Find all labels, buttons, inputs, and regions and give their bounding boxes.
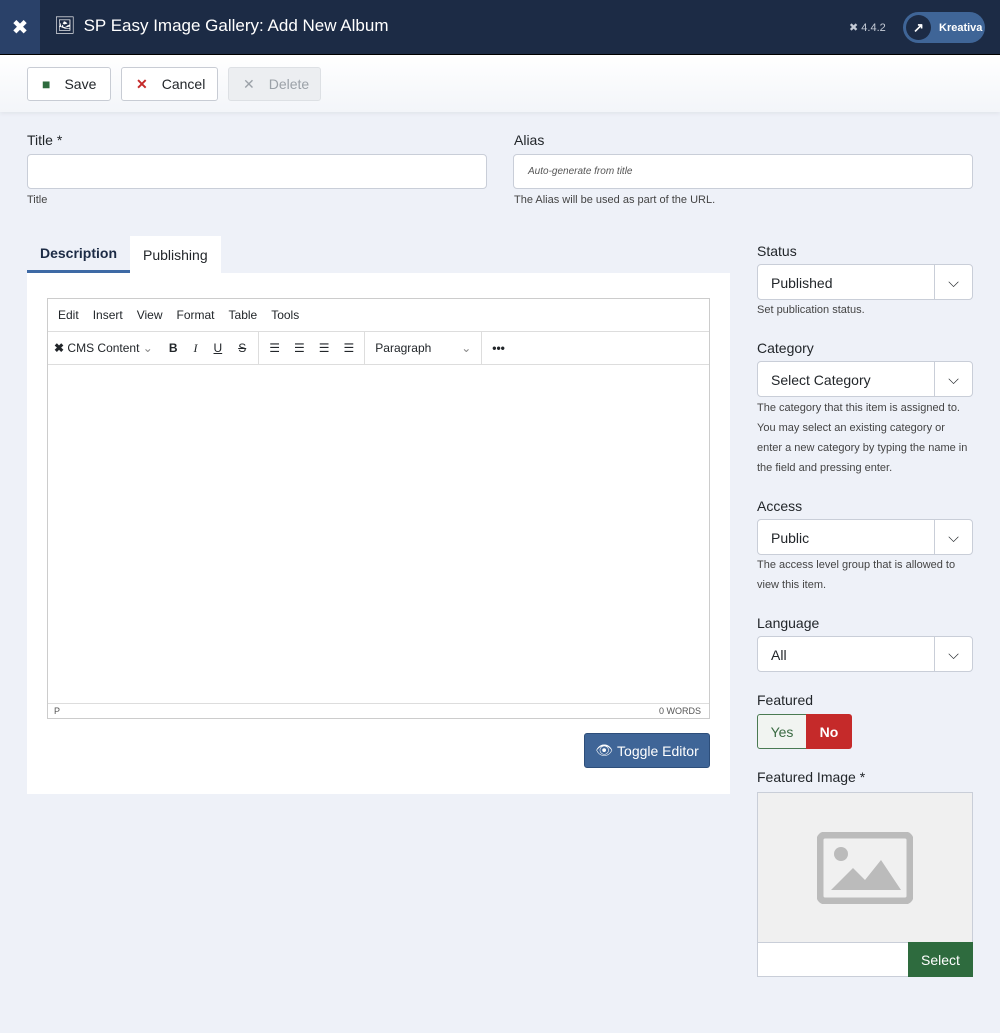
category-label: Category — [757, 340, 814, 356]
chevron-down-icon: ⌄ — [142, 341, 153, 355]
justify-icon[interactable]: ☰ — [344, 341, 355, 355]
status-select[interactable]: Published ⌵ — [757, 264, 973, 300]
chevron-down-icon: ⌵ — [934, 362, 972, 396]
status-help: Set publication status. — [757, 304, 865, 316]
align-right-icon[interactable]: ☰ — [319, 341, 330, 355]
editor-statusbar: P 0 WORDS — [48, 703, 709, 718]
cancel-button[interactable]: ✕ Cancel — [121, 67, 218, 101]
toolbar: ■ Save ✕ Cancel ✕ Delete — [0, 55, 1000, 112]
access-label: Access — [757, 498, 803, 514]
featured-yes-button[interactable]: Yes — [757, 714, 807, 749]
menu-format[interactable]: Format — [177, 308, 215, 322]
tab-publishing[interactable]: Publishing — [130, 236, 221, 273]
description-panel: Edit Insert View Format Table Tools ✖ CM… — [27, 273, 730, 794]
external-link-icon: ↗ — [906, 15, 931, 40]
strikethrough-icon[interactable]: S — [238, 341, 246, 355]
category-select[interactable]: Select Category ⌵ — [757, 361, 973, 397]
joomla-logo-icon[interactable]: ✖ — [0, 0, 40, 54]
chevron-down-icon: ⌵ — [934, 637, 972, 671]
close-icon: ✕ — [136, 75, 148, 92]
status-label: Status — [757, 243, 797, 259]
featured-label: Featured — [757, 692, 814, 708]
editor-content-area[interactable] — [48, 365, 709, 702]
title-label: Title * — [27, 132, 63, 148]
header: ✖ 🖼 SP Easy Image Gallery: Add New Album … — [0, 0, 1000, 55]
tab-description[interactable]: Description — [27, 236, 131, 273]
rich-text-editor: Edit Insert View Format Table Tools ✖ CM… — [47, 298, 710, 719]
editor-menubar: Edit Insert View Format Table Tools — [48, 299, 709, 332]
align-left-icon[interactable]: ☰ — [269, 341, 280, 355]
menu-insert[interactable]: Insert — [93, 308, 123, 322]
joomla-icon: ✖ — [54, 341, 65, 355]
cms-content-dropdown[interactable]: ✖ CMS Content ⌄ — [54, 341, 153, 355]
align-center-icon[interactable]: ☰ — [294, 341, 305, 355]
select-image-button[interactable]: Select — [908, 942, 973, 977]
alias-input[interactable]: Auto-generate from title — [513, 154, 973, 189]
menu-table[interactable]: Table — [229, 308, 258, 322]
chevron-down-icon: ⌵ — [934, 520, 972, 554]
close-icon: ✕ — [243, 75, 255, 92]
menu-view[interactable]: View — [137, 308, 163, 322]
editor-toolbar: ✖ CMS Content ⌄ B I U S ☰ ☰ ☰ ☰ Paragrap… — [48, 332, 709, 365]
menu-edit[interactable]: Edit — [58, 308, 79, 322]
chevron-down-icon: ⌵ — [934, 265, 972, 299]
save-icon: ■ — [42, 76, 51, 92]
image-icon: 🖼 — [54, 16, 76, 35]
image-placeholder-icon — [817, 831, 913, 904]
word-count: 0 WORDS — [658, 706, 701, 716]
language-label: Language — [757, 615, 820, 631]
language-select[interactable]: All ⌵ — [757, 636, 973, 672]
featured-image-preview — [757, 792, 973, 943]
page-title: 🖼 SP Easy Image Gallery: Add New Album — [54, 16, 389, 35]
underline-icon[interactable]: U — [214, 341, 223, 355]
title-input[interactable] — [27, 154, 487, 189]
italic-icon[interactable]: I — [194, 341, 198, 356]
access-help: The access level group that is allowed t… — [757, 559, 956, 591]
chevron-down-icon: ⌄ — [461, 341, 472, 355]
user-menu-button[interactable]: ↗ Kreativa — [903, 12, 985, 43]
alias-label: Alias — [514, 132, 545, 148]
tabs: Description Publishing — [27, 236, 221, 273]
delete-button[interactable]: ✕ Delete — [228, 67, 321, 101]
alias-help: The Alias will be used as part of the UR… — [514, 194, 716, 206]
featured-no-button[interactable]: No — [806, 714, 852, 749]
menu-tools[interactable]: Tools — [271, 308, 299, 322]
title-help: Title — [27, 194, 48, 206]
bold-icon[interactable]: B — [169, 341, 178, 355]
version-label: ✖ 4.4.2 — [849, 22, 886, 34]
save-button[interactable]: ■ Save — [27, 67, 111, 101]
category-help: The category that this item is assigned … — [757, 402, 968, 474]
toggle-editor-button[interactable]: 👁 Toggle Editor — [584, 733, 710, 768]
featured-image-input[interactable] — [757, 942, 909, 977]
block-format-dropdown[interactable]: Paragraph ⌄ — [365, 332, 483, 364]
featured-image-label: Featured Image * — [757, 769, 866, 785]
element-path: P — [54, 706, 61, 716]
eye-icon: 👁 — [595, 742, 614, 758]
more-icon[interactable]: ••• — [482, 341, 515, 355]
access-select[interactable]: Public ⌵ — [757, 519, 973, 555]
